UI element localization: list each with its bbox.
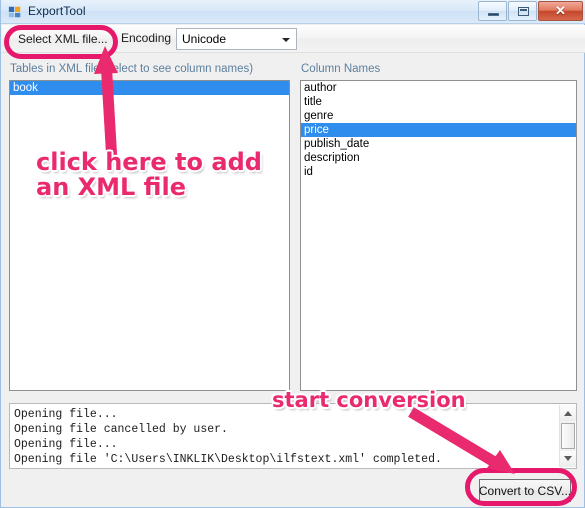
tables-listbox[interactable]: book: [9, 80, 290, 391]
columns-listbox[interactable]: author title genre price publish_date de…: [300, 80, 577, 391]
log-line: Opening file 'C:\Users\INKLIK\Desktop\il…: [14, 453, 442, 466]
scroll-up-icon[interactable]: [560, 405, 576, 421]
list-item[interactable]: description: [301, 151, 576, 165]
list-item[interactable]: id: [301, 165, 576, 179]
window-frame: ExportTool ✕ Select XML file... Encoding…: [0, 0, 585, 508]
toolbar-separator: [114, 30, 116, 48]
minimize-button[interactable]: [478, 1, 507, 21]
list-item[interactable]: title: [301, 95, 576, 109]
chevron-down-icon[interactable]: [277, 30, 295, 48]
maximize-icon: [518, 7, 529, 16]
minimize-icon: [488, 13, 499, 16]
title-bar[interactable]: ExportTool ✕: [1, 0, 585, 24]
log-output[interactable]: Opening file... Opening file cancelled b…: [9, 403, 577, 469]
list-item[interactable]: price: [301, 123, 576, 137]
list-item[interactable]: book: [10, 81, 289, 95]
encoding-label: Encoding: [121, 31, 172, 45]
window-title: ExportTool: [28, 4, 86, 18]
log-line: Opening file...: [14, 438, 118, 451]
close-button[interactable]: ✕: [538, 1, 583, 21]
scroll-down-icon[interactable]: [560, 451, 576, 467]
app-root: ExportTool ✕ Select XML file... Encoding…: [0, 0, 585, 508]
footer-bar: Convert to CSV...: [2, 470, 583, 506]
log-scrollbar[interactable]: [559, 405, 576, 467]
scrollbar-thumb[interactable]: [561, 423, 575, 449]
columns-panel-label: Column Names: [301, 63, 381, 75]
list-item[interactable]: author: [301, 81, 576, 95]
list-item[interactable]: publish_date: [301, 137, 576, 151]
select-xml-file-button[interactable]: Select XML file...: [10, 28, 116, 50]
close-icon: ✕: [555, 3, 566, 18]
convert-to-csv-button[interactable]: Convert to CSV...: [479, 479, 571, 502]
encoding-value: Unicode: [182, 32, 227, 46]
log-line: Opening file cancelled by user.: [14, 423, 228, 436]
list-item[interactable]: genre: [301, 109, 576, 123]
tables-panel-label: Tables in XML file (select to see column…: [10, 63, 254, 75]
maximize-button[interactable]: [508, 1, 537, 21]
app-icon: [8, 6, 21, 18]
log-line: Opening file...: [14, 408, 118, 421]
encoding-select[interactable]: Unicode: [176, 28, 297, 50]
toolbar: Select XML file... Encoding Unicode: [2, 25, 585, 53]
window-controls: ✕: [477, 1, 583, 22]
